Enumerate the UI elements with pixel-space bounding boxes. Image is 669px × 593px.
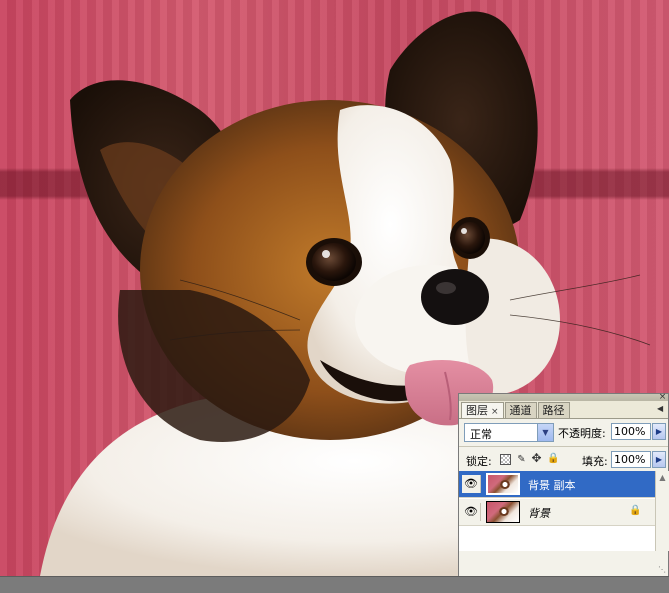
lock-all-icon[interactable]: 🔒	[547, 453, 559, 464]
scroll-up-arrow-icon[interactable]: ▲	[656, 471, 669, 485]
layers-panel: × 图层 × 通道 路径 ◀ 正常 ▼ 不透明度: 100% ▶ 锁定: ✎ ✥ …	[458, 393, 669, 576]
status-bar	[0, 576, 669, 593]
layer-thumbnail[interactable]	[486, 501, 520, 523]
layer-list: 👁 背景 副本 👁 背景 🔒	[459, 471, 655, 551]
blend-mode-value: 正常	[470, 428, 492, 441]
panel-title-bar[interactable]: ×	[459, 393, 668, 402]
lock-label: 锁定:	[466, 455, 492, 468]
lock-brush-icon[interactable]: ✎	[516, 454, 527, 465]
panel-menu-arrow-icon[interactable]: ◀	[657, 405, 665, 413]
tab-paths[interactable]: 路径	[537, 402, 570, 418]
layer-thumbnail[interactable]	[486, 473, 520, 495]
eye-icon[interactable]: 👁	[462, 475, 481, 493]
tab-paths-label: 路径	[542, 404, 565, 417]
eye-icon[interactable]: 👁	[462, 503, 481, 521]
resize-grip-icon[interactable]: ⋱	[658, 565, 667, 574]
tab-layers[interactable]: 图层 ×	[461, 402, 504, 419]
divider	[459, 446, 668, 447]
layer-list-scrollbar[interactable]: ▲	[655, 471, 669, 551]
blend-mode-select[interactable]: 正常 ▼	[464, 423, 554, 442]
lock-transparent-icon[interactable]	[500, 454, 511, 465]
tab-channels-label: 通道	[509, 404, 532, 417]
chevron-down-icon[interactable]: ▼	[537, 424, 553, 441]
opacity-slider-arrow-icon[interactable]: ▶	[652, 423, 666, 440]
opacity-input[interactable]: 100%	[611, 423, 651, 440]
fill-input[interactable]: 100%	[611, 451, 651, 468]
tab-close-icon[interactable]: ×	[491, 407, 499, 417]
panel-tabs: 图层 × 通道 路径	[461, 402, 571, 419]
lock-move-icon[interactable]: ✥	[531, 452, 542, 464]
layer-row-background-copy[interactable]: 👁 背景 副本	[459, 471, 655, 498]
opacity-label: 不透明度:	[558, 427, 606, 440]
fill-slider-arrow-icon[interactable]: ▶	[652, 451, 666, 468]
tab-layers-label: 图层	[466, 404, 488, 417]
layer-name: 背景 副本	[528, 479, 576, 492]
fill-label: 填充:	[582, 455, 608, 468]
tab-channels[interactable]: 通道	[504, 402, 537, 418]
layer-name: 背景	[528, 507, 550, 520]
panel-close-icon[interactable]: ×	[658, 393, 667, 402]
layer-row-background[interactable]: 👁 背景 🔒	[459, 499, 655, 526]
lock-icon: 🔒	[629, 505, 642, 516]
